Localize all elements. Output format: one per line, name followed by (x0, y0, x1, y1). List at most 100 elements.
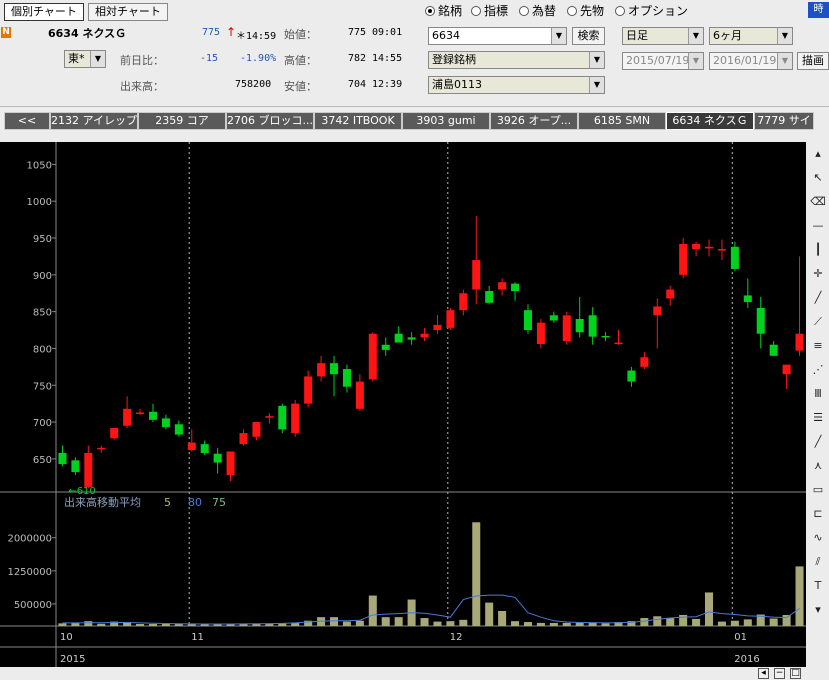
scroll-left-button[interactable]: ◂ (758, 668, 769, 679)
period-select[interactable]: 日足 ▼ (622, 27, 704, 45)
radio-label: オプション (628, 4, 689, 18)
current-price: 775 (202, 27, 221, 38)
radio-option-0[interactable]: 銘柄 (425, 2, 462, 19)
price-tick-label: 1050 (27, 160, 52, 171)
stock-tab[interactable]: 3926 オープ... (490, 112, 578, 130)
date-from-value: 2015/07/19 (626, 54, 690, 67)
price-tick-label: 950 (33, 234, 52, 245)
stock-tab[interactable]: 2359 コア (138, 112, 226, 130)
candle-body (97, 447, 106, 450)
corner-button[interactable]: 時 (808, 2, 829, 18)
date-from-select[interactable]: 2015/07/19 ▼ (622, 52, 704, 70)
date-to-select[interactable]: 2016/01/19 ▼ (709, 52, 793, 70)
range-select[interactable]: 6ヶ月 ▼ (709, 27, 793, 45)
volume-bar (136, 624, 145, 626)
open-time: 09:01 (372, 27, 403, 38)
fan-icon[interactable]: ⟋ (810, 314, 826, 330)
candle-body (679, 243, 688, 275)
price-tick-label: 750 (33, 381, 52, 392)
high-time: 14:55 (372, 53, 403, 64)
stock-tab[interactable]: 7779 サイ (754, 112, 814, 130)
radio-option-4[interactable]: オプション (615, 2, 688, 19)
candle-body (355, 381, 364, 409)
candle-body (588, 315, 597, 337)
stock-tab[interactable]: 6634 ネクスＧ (666, 112, 754, 130)
search-type-radio-group: 銘柄 指標 為替 先物 オプション (425, 2, 725, 18)
volume-bar (692, 618, 701, 626)
maximize-button[interactable]: □ (790, 668, 801, 679)
retracement-icon[interactable]: ⋰ (810, 362, 826, 378)
list-value: 浦島0113 (432, 78, 482, 91)
stock-tab[interactable]: 2706 ブロッコ... (226, 112, 314, 130)
candle-body (291, 403, 300, 434)
stock-tab[interactable]: 2132 アイレップ (50, 112, 138, 130)
candle-body (743, 295, 752, 303)
scroll-down-icon[interactable]: ▾ (810, 602, 826, 618)
registered-select[interactable]: 登録銘柄 ▼ (428, 51, 605, 69)
candle-body (278, 405, 287, 430)
stock-tab[interactable]: 3742 ITBOOK (314, 112, 402, 130)
radio-option-2[interactable]: 為替 (519, 2, 556, 19)
bars-icon[interactable]: ☰ (810, 410, 826, 426)
chart-scrollbar[interactable] (0, 667, 806, 680)
drawing-toolbar: ▴ ↖ ⌫ — ┃ ✛ ╱ ⟋ ≡ ⋰ Ⅲ ☰ ╱ ⋏ ▭ ⊏ ∿ ⫽ Ｔ ▾ (806, 142, 829, 667)
price-tick-label: 700 (33, 418, 52, 429)
gann-icon[interactable]: ╱ (810, 434, 826, 450)
month-label: 12 (450, 632, 463, 643)
vline-icon[interactable]: ┃ (810, 242, 826, 258)
new-badge: N (1, 27, 11, 38)
candle-body (200, 444, 209, 453)
volume-bar (536, 622, 545, 626)
volume-bar (420, 618, 429, 626)
candle-body (136, 412, 145, 414)
eraser-icon[interactable]: ⌫ (810, 194, 826, 210)
price-chart[interactable]: 650 700 750 800 850 900 950 1000 1050 2000000 1250… (0, 142, 806, 667)
chevron-down-icon: ▼ (551, 28, 566, 44)
draw-button[interactable]: 描画 (797, 52, 829, 70)
text-tool-icon[interactable]: Ｔ (810, 578, 826, 594)
candle-body (601, 335, 610, 338)
tab-individual-chart[interactable]: 個別チャート (4, 3, 84, 21)
tab-scroll-left[interactable]: << (4, 112, 50, 130)
spiral-icon[interactable]: ∿ (810, 530, 826, 546)
volume-value: 758200 (235, 79, 272, 90)
regression-icon[interactable]: ⊏ (810, 506, 826, 522)
exchange-select[interactable]: 東* ▼ (64, 50, 106, 68)
rect-icon[interactable]: ▭ (810, 482, 826, 498)
candle-body (511, 283, 520, 292)
radio-option-3[interactable]: 先物 (567, 2, 604, 19)
month-label: 10 (60, 632, 73, 643)
list-select[interactable]: 浦島0113 ▼ (428, 76, 605, 94)
volume-tick-label: 1250000 (7, 567, 52, 578)
volume-bar (459, 619, 468, 626)
low-label: 安値： (284, 80, 317, 93)
volume-bar (330, 617, 339, 626)
candle-body (368, 333, 377, 380)
stock-tab[interactable]: 3903 gumi (402, 112, 490, 130)
stock-code-name: 6634 ネクスＧ (48, 27, 127, 40)
cycle-icon[interactable]: Ⅲ (810, 386, 826, 402)
trend-line-icon[interactable]: ╱ (810, 290, 826, 306)
code-input[interactable]: 6634 ▼ (428, 27, 567, 45)
open-label: 始値： (284, 28, 317, 41)
volume-bar (368, 595, 377, 626)
cursor-icon[interactable]: ↖ (810, 170, 826, 186)
stock-tab[interactable]: 6185 SMN (578, 112, 666, 130)
channel-icon[interactable]: ≡ (810, 338, 826, 354)
tab-relative-chart[interactable]: 相対チャート (88, 3, 168, 21)
search-button[interactable]: 検索 (572, 27, 605, 45)
volume-bar (549, 622, 558, 626)
candle-body (717, 249, 726, 251)
candlestick-chart-svg[interactable]: 6507007508008509009501000105020000001250… (0, 142, 806, 667)
radio-option-1[interactable]: 指標 (471, 2, 508, 19)
pitchfork-icon[interactable]: ⋏ (810, 458, 826, 474)
candle-body (485, 291, 494, 303)
hline-icon[interactable]: — (810, 218, 826, 234)
scroll-up-icon[interactable]: ▴ (810, 146, 826, 162)
volume-ma-line (62, 594, 800, 625)
zoom-out-button[interactable]: − (774, 668, 785, 679)
price-tick-label: 650 (33, 455, 52, 466)
parallel-icon[interactable]: ⫽ (810, 554, 826, 570)
cross-icon[interactable]: ✛ (810, 266, 826, 282)
candle-body (575, 319, 584, 333)
